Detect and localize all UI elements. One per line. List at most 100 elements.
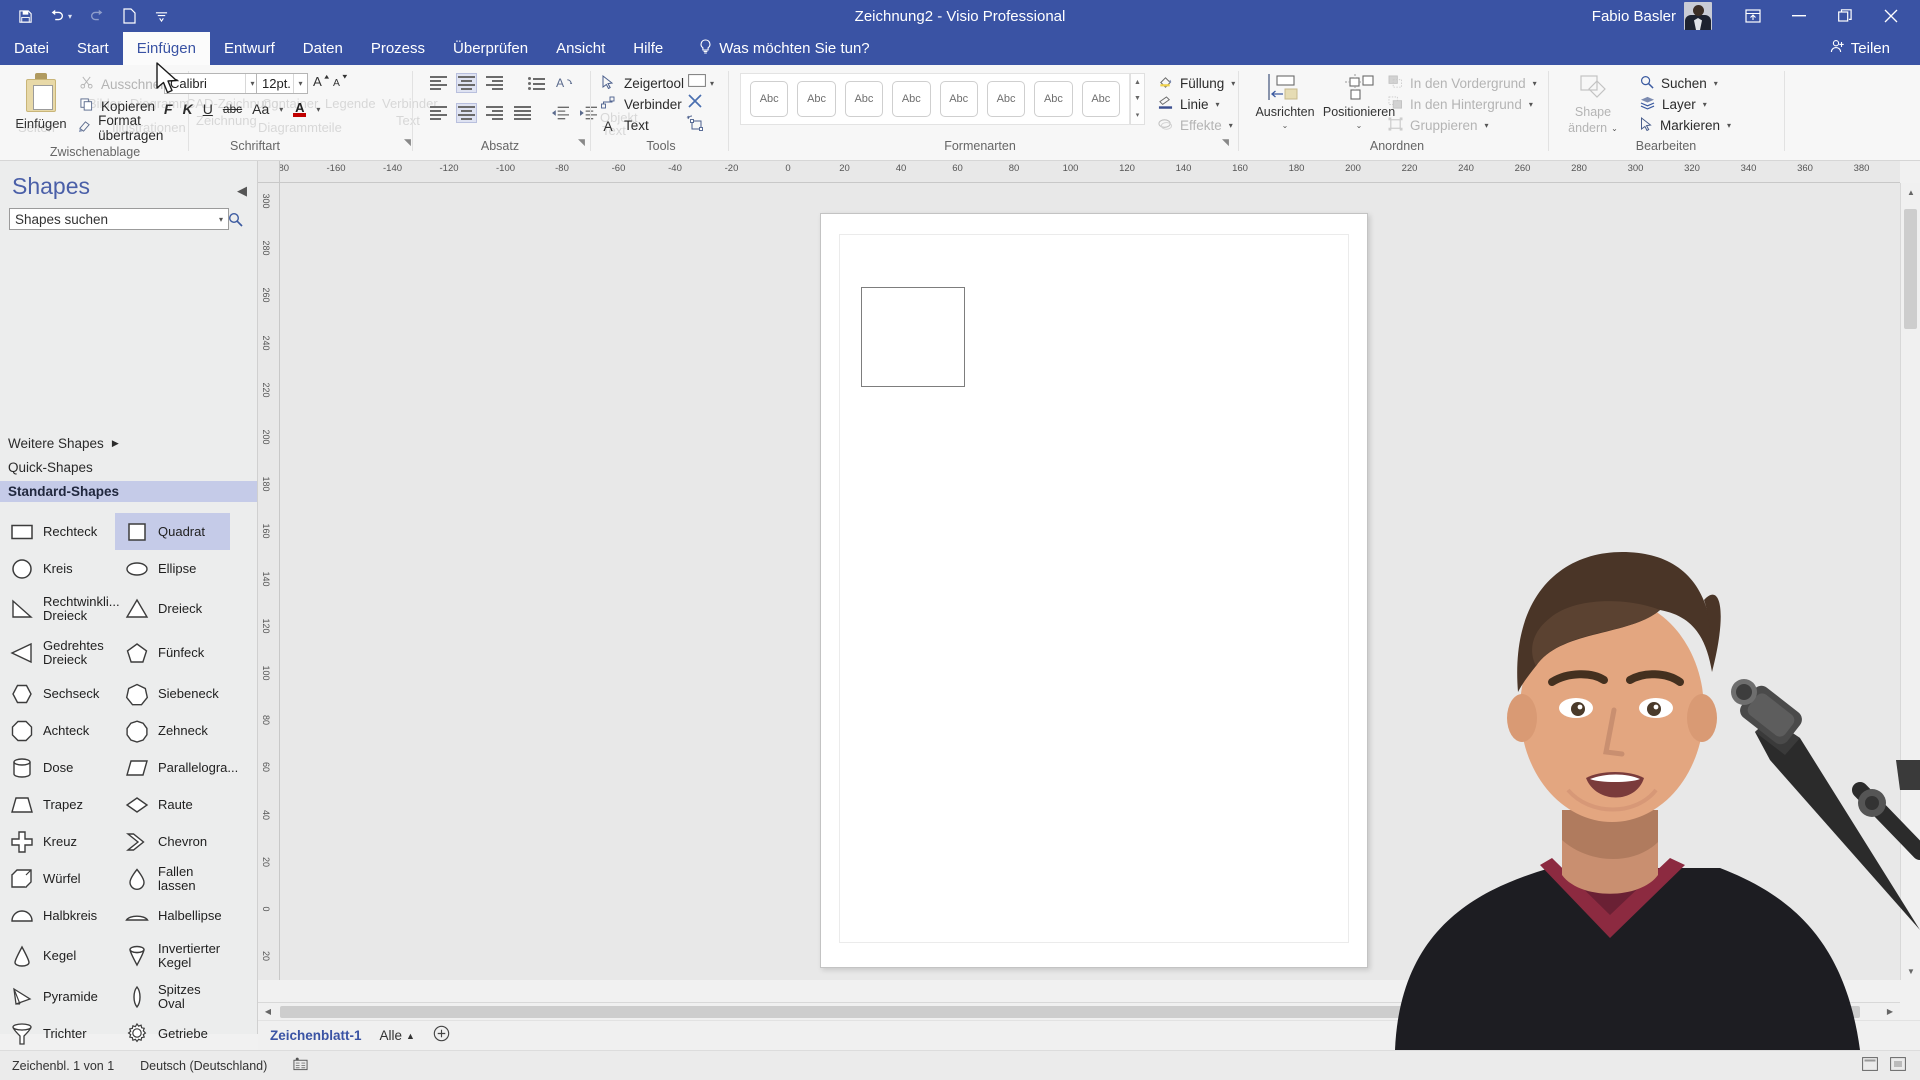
shape-item-achteck[interactable]: Achteck bbox=[0, 712, 115, 749]
horizontal-ruler[interactable]: -200-180-160-140-120-100-80-60-40-200204… bbox=[280, 161, 1900, 183]
vertical-scroll-thumb[interactable] bbox=[1904, 209, 1917, 329]
scroll-left-icon[interactable]: ◀ bbox=[258, 1007, 278, 1016]
view-normal-icon[interactable] bbox=[1862, 1057, 1878, 1074]
ruler-corner[interactable] bbox=[258, 161, 280, 183]
tab-start[interactable]: Start bbox=[63, 32, 123, 65]
tab-hilfe[interactable]: Hilfe bbox=[619, 32, 677, 65]
shape-item-wuerfel[interactable]: Würfel bbox=[0, 860, 115, 897]
shape-label: Siebeneck bbox=[158, 685, 219, 701]
half-ellipse-icon bbox=[124, 903, 150, 929]
shape-item-spitzes-oval[interactable]: Spitzes Oval bbox=[115, 978, 230, 1015]
shape-item-rechtwinkliges-dreieck[interactable]: Rechtwinkli... Dreieck bbox=[0, 587, 120, 631]
ribbon-display-options-icon[interactable] bbox=[1730, 0, 1776, 32]
drawn-shape-square[interactable] bbox=[861, 287, 965, 387]
rotated-triangle-icon bbox=[9, 640, 35, 666]
shape-item-kreis[interactable]: Kreis bbox=[0, 550, 115, 587]
tab-daten[interactable]: Daten bbox=[289, 32, 357, 65]
tab-einfuegen[interactable]: Einfügen bbox=[122, 32, 210, 65]
pointed-oval-icon bbox=[124, 984, 150, 1010]
shape-item-trichter[interactable]: Trichter bbox=[0, 1015, 115, 1052]
shape-item-zehneck[interactable]: Zehneck bbox=[115, 712, 230, 749]
shape-item-siebeneck[interactable]: Siebeneck bbox=[115, 675, 230, 712]
shape-item-trapez[interactable]: Trapez bbox=[0, 786, 115, 823]
tab-ansicht[interactable]: Ansicht bbox=[542, 32, 619, 65]
status-language[interactable]: Deutsch (Deutschland) bbox=[140, 1059, 267, 1073]
shapes-panel-title: Shapes bbox=[12, 173, 91, 199]
shape-label: Rechteck bbox=[43, 523, 98, 539]
quick-shapes-link[interactable]: Quick-Shapes bbox=[8, 460, 93, 475]
vertical-ruler[interactable]: 300 280 260 240 220 200 180 160 140 120 100 80 60 40 2… bbox=[258, 183, 280, 980]
layer-button[interactable]: Layer ▾ bbox=[1640, 94, 1731, 115]
save-icon[interactable] bbox=[10, 2, 40, 30]
shapes-search-input[interactable]: Shapes suchen ▾ bbox=[9, 208, 229, 230]
drawing-page[interactable] bbox=[820, 213, 1368, 968]
shape-item-halbellipse[interactable]: Halbellipse bbox=[115, 897, 230, 934]
shape-label: Raute bbox=[158, 796, 193, 812]
maximize-restore-button[interactable] bbox=[1822, 0, 1868, 32]
more-shapes-link[interactable]: Weitere Shapes ▶ bbox=[8, 436, 119, 451]
shape-item-parallelogramm[interactable]: Parallelogra... bbox=[115, 749, 238, 786]
share-button[interactable]: Teilen bbox=[1830, 32, 1920, 65]
tab-datei[interactable]: Datei bbox=[0, 32, 63, 65]
all-pages-button[interactable]: Alle ▲ bbox=[380, 1028, 415, 1043]
rectangle-icon bbox=[9, 519, 35, 545]
chevron-down-icon[interactable]: ▾ bbox=[1703, 100, 1707, 109]
view-fullscreen-icon[interactable] bbox=[1890, 1057, 1906, 1074]
shape-item-raute[interactable]: Raute bbox=[115, 786, 230, 823]
ruler-tick: 160 bbox=[1232, 163, 1248, 174]
shape-item-ellipse[interactable]: Ellipse bbox=[115, 550, 230, 587]
page-tab-zeichenblatt-1[interactable]: Zeichenblatt-1 bbox=[270, 1028, 362, 1043]
shape-item-getriebe[interactable]: Getriebe bbox=[115, 1015, 230, 1052]
shape-item-invertierter-kegel[interactable]: Invertierter Kegel bbox=[115, 934, 230, 978]
ruler-tick: 20 bbox=[261, 856, 271, 867]
shapes-search-button[interactable] bbox=[224, 208, 246, 230]
layers-icon bbox=[1640, 96, 1655, 113]
change-shape-button[interactable]: Shape ändern ⌄ bbox=[1558, 73, 1628, 135]
shape-item-dose[interactable]: Dose bbox=[0, 749, 115, 786]
ruler-tick: 20 bbox=[839, 163, 850, 174]
ruler-tick: 0 bbox=[261, 906, 271, 912]
status-page-info: Zeichenbl. 1 von 1 bbox=[12, 1058, 115, 1073]
user-name[interactable]: Fabio Basler bbox=[1592, 8, 1676, 25]
find-button[interactable]: Suchen ▾ bbox=[1640, 73, 1731, 94]
shape-item-rechteck[interactable]: Rechteck bbox=[0, 513, 115, 550]
shape-item-kegel[interactable]: Kegel bbox=[0, 934, 115, 978]
shape-item-sechseck[interactable]: Sechseck bbox=[0, 675, 115, 712]
shape-item-gedrehtes-dreieck[interactable]: Gedrehtes Dreieck bbox=[0, 631, 115, 675]
quick-access-toolbar: ▾ bbox=[0, 2, 176, 30]
collapse-panel-icon[interactable]: ◀ bbox=[237, 183, 247, 199]
shape-item-dreieck[interactable]: Dreieck bbox=[115, 587, 230, 631]
tab-entwurf[interactable]: Entwurf bbox=[210, 32, 289, 65]
ruler-tick: 40 bbox=[895, 163, 907, 174]
cylinder-icon bbox=[9, 755, 35, 781]
tell-me-box[interactable]: Was möchten Sie tun? bbox=[677, 32, 870, 65]
shape-item-pyramide[interactable]: Pyramide bbox=[0, 978, 115, 1015]
shape-item-chevron[interactable]: Chevron bbox=[115, 823, 230, 860]
cone-icon bbox=[9, 943, 35, 969]
close-button[interactable] bbox=[1868, 0, 1914, 32]
select-button[interactable]: Markieren ▾ bbox=[1640, 115, 1731, 136]
tab-prozess[interactable]: Prozess bbox=[357, 32, 439, 65]
tab-ueberpruefen[interactable]: Überprüfen bbox=[439, 32, 542, 65]
avatar[interactable] bbox=[1684, 2, 1712, 30]
chevron-down-icon[interactable]: ▾ bbox=[1727, 121, 1731, 130]
chevron-down-icon[interactable]: ▾ bbox=[1714, 79, 1718, 88]
customize-qat-icon[interactable] bbox=[146, 2, 176, 30]
minimize-button[interactable] bbox=[1776, 0, 1822, 32]
ruler-tick: 260 bbox=[1514, 163, 1531, 174]
shape-item-fuenfeck[interactable]: Fünfeck bbox=[115, 631, 230, 675]
undo-dropdown-caret[interactable]: ▾ bbox=[68, 12, 80, 21]
chevron-down-icon[interactable]: ⌄ bbox=[1611, 124, 1618, 133]
select-pointer-icon bbox=[1640, 116, 1653, 134]
shape-item-halbkreis[interactable]: Halbkreis bbox=[0, 897, 115, 934]
shape-item-kreuz[interactable]: Kreuz bbox=[0, 823, 115, 860]
new-document-icon[interactable] bbox=[114, 2, 144, 30]
add-page-button[interactable] bbox=[433, 1025, 450, 1047]
shape-item-quadrat[interactable]: Quadrat bbox=[115, 513, 230, 550]
parallelogram-icon bbox=[124, 755, 150, 781]
shape-item-fallen-lassen[interactable]: Fallen lassen bbox=[115, 860, 230, 897]
macro-record-icon[interactable] bbox=[293, 1057, 308, 1074]
stencil-header-standard-shapes[interactable]: Standard-Shapes bbox=[0, 481, 257, 502]
scroll-up-icon[interactable]: ▲ bbox=[1901, 183, 1920, 201]
shape-label: Ellipse bbox=[158, 560, 197, 576]
